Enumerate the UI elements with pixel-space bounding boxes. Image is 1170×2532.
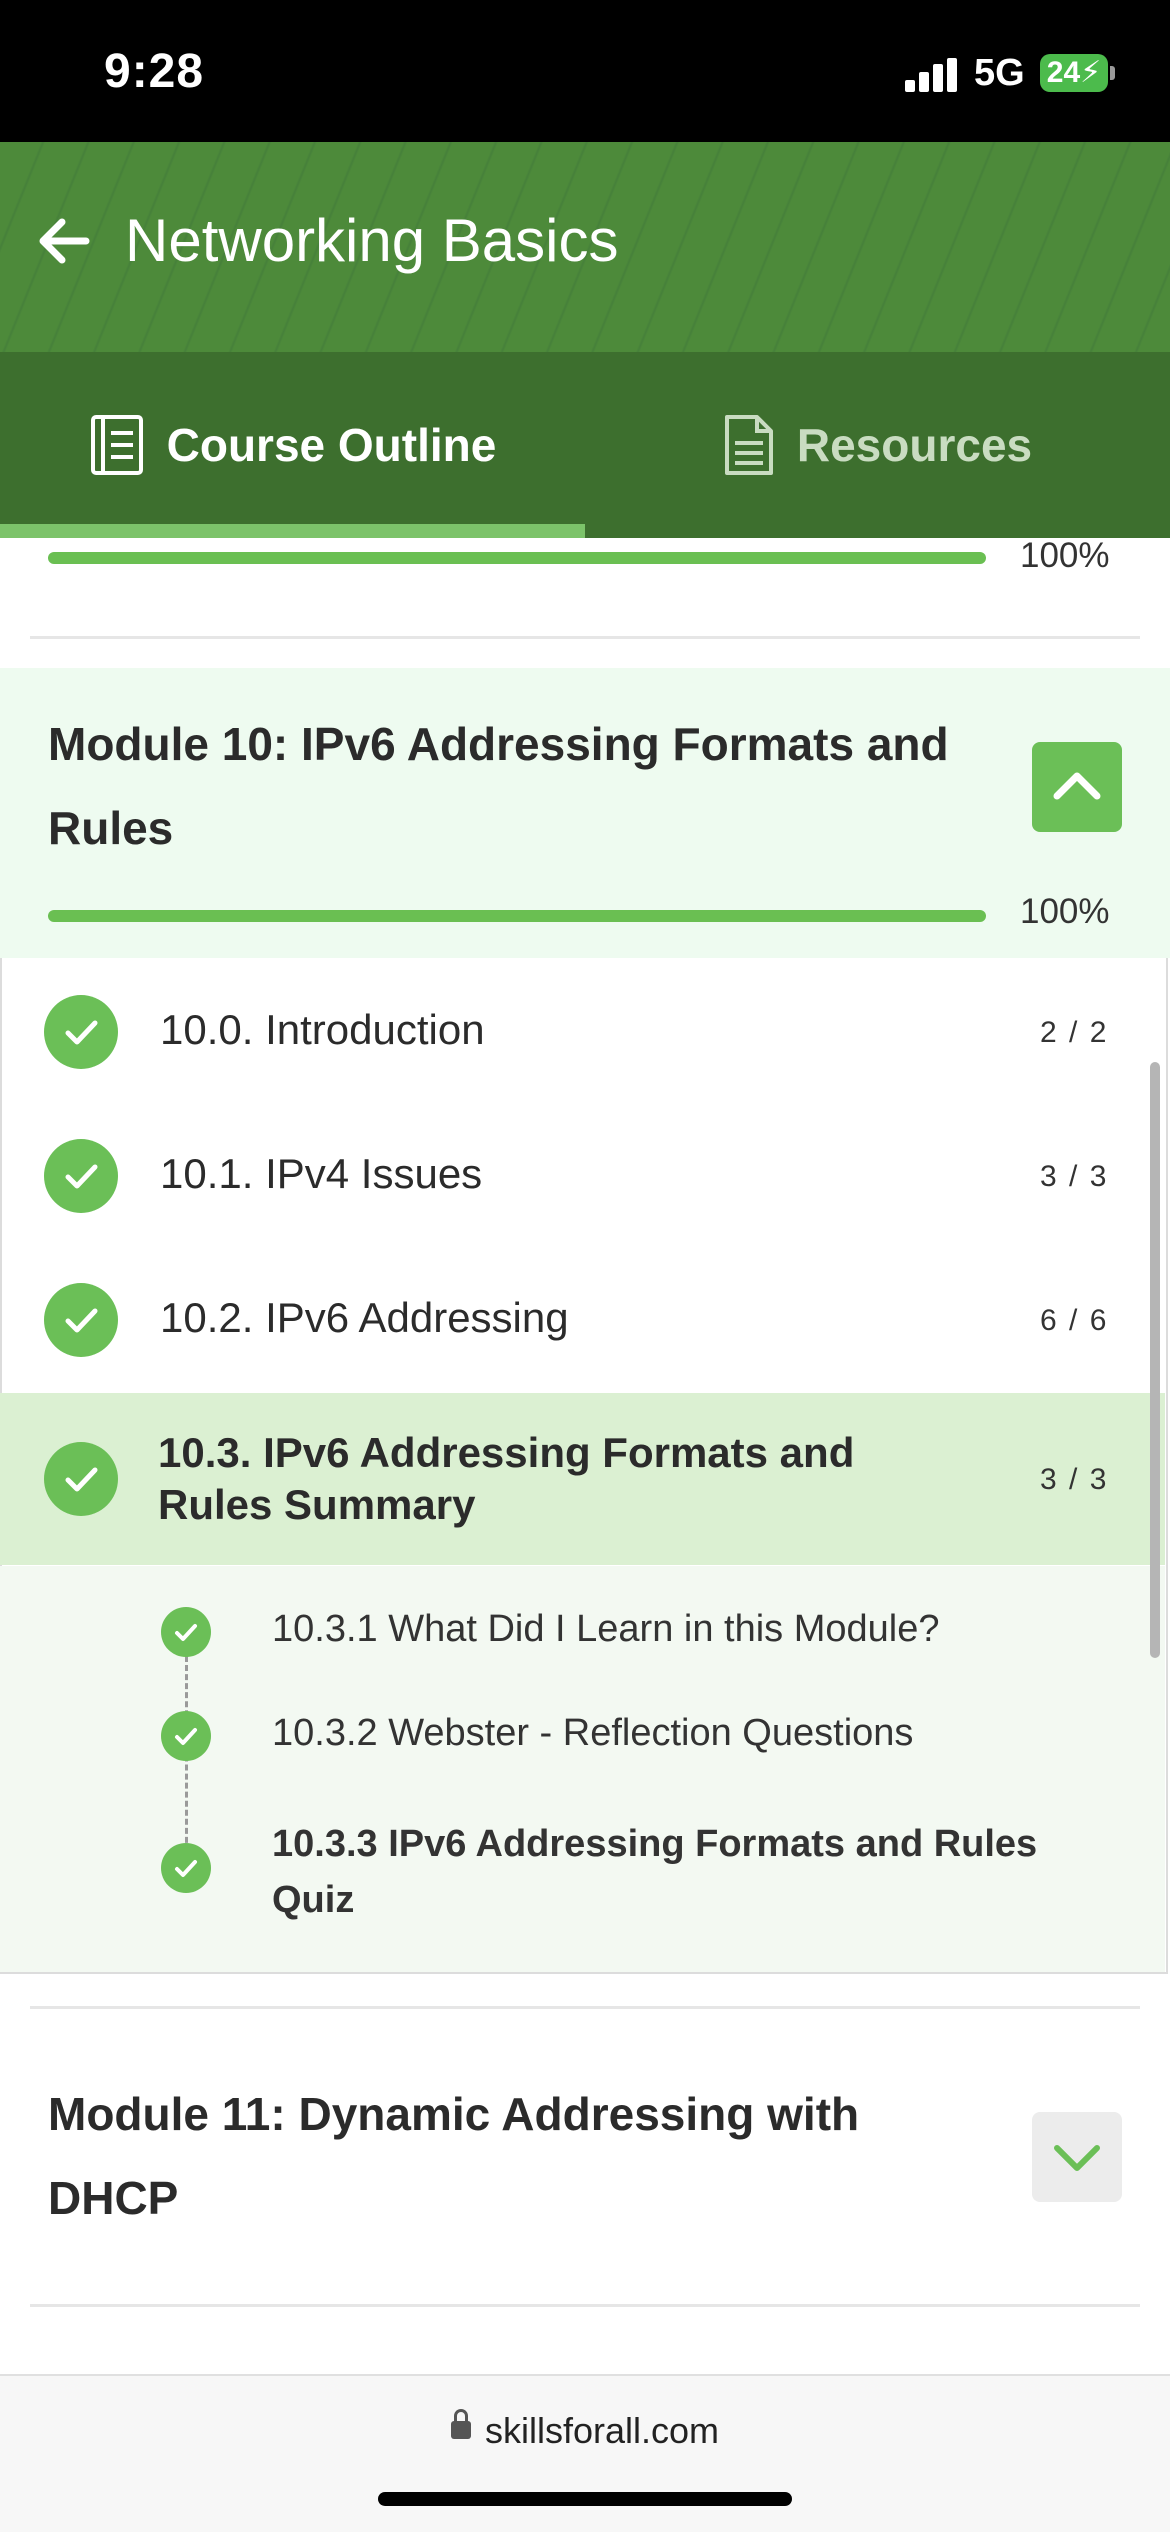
module-11-title-line2: DHCP (48, 2172, 179, 2224)
browser-bottom-bar (0, 2374, 1170, 2532)
check-icon (44, 1442, 118, 1516)
sub-item-title[interactable]: 10.3.2 Webster - Reflection Questions (272, 1712, 913, 1755)
tab-course-outline-label: Course Outline (166, 419, 497, 471)
module-10-progress-text: 100% (1020, 892, 1110, 931)
lesson-count: 3 / 3 (1040, 1160, 1109, 1193)
lesson-count: 3 / 3 (1040, 1463, 1109, 1496)
check-icon (44, 995, 118, 1069)
tab-resources-label: Resources (796, 419, 1033, 471)
page-title: Networking Basics (125, 207, 619, 274)
sub-item-title-line2: Quiz (272, 1879, 355, 1921)
progress-connector (185, 1656, 188, 1870)
prev-module-progress-bar (48, 552, 986, 564)
check-icon (44, 1139, 118, 1213)
lesson-row[interactable]: 10.1. IPv4 Issues 3 / 3 (0, 1104, 1165, 1248)
network-type: 5G (974, 52, 1025, 94)
address-bar[interactable]: skillsforall.com (0, 2409, 1170, 2452)
tab-course-outline[interactable]: Course Outline (0, 352, 585, 538)
check-icon (161, 1843, 211, 1893)
signal-icon (905, 58, 957, 92)
lesson-title: 10.2. IPv6 Addressing (160, 1294, 569, 1341)
lock-icon (450, 2409, 471, 2440)
lesson-row-active[interactable]: 10.3. IPv6 Addressing Formats and Rules … (0, 1393, 1165, 1565)
chevron-down-icon (1054, 2145, 1100, 2171)
lesson-title-line1: 10.3. IPv6 Addressing Formats and (158, 1429, 855, 1476)
check-icon (44, 1283, 118, 1357)
document-icon (724, 415, 773, 475)
expand-module-11-button[interactable] (1032, 2112, 1122, 2202)
module-divider (30, 636, 1140, 639)
module-11-title-line1: Module 11: Dynamic Addressing with (48, 2088, 860, 2140)
lesson-title-line2: Rules Summary (158, 1481, 476, 1528)
battery-nub (1110, 66, 1115, 80)
sub-item-title-current[interactable]: 10.3.3 IPv6 Addressing Formats and Rules… (272, 1816, 1037, 1928)
module-11-title[interactable]: Module 11: Dynamic Addressing with DHCP (48, 2072, 988, 2240)
lesson-count: 6 / 6 (1040, 1304, 1109, 1337)
check-icon (161, 1607, 211, 1657)
lesson-row[interactable]: 10.0. Introduction 2 / 2 (0, 960, 1165, 1104)
collapse-module-10-button[interactable] (1032, 742, 1122, 832)
module-10-title-line2: Rules (48, 802, 174, 854)
module-10-title: Module 10: IPv6 Addressing Formats and R… (48, 702, 988, 870)
module-10-title-line1: Module 10: IPv6 Addressing Formats and (48, 718, 949, 770)
scrollbar[interactable] (1150, 1062, 1160, 1658)
battery-level: 24 (1046, 56, 1081, 89)
back-arrow-icon[interactable] (34, 210, 96, 272)
lesson-row[interactable]: 10.2. IPv6 Addressing 6 / 6 (0, 1248, 1165, 1392)
chevron-up-icon (1053, 772, 1101, 800)
status-time: 9:28 (104, 45, 205, 98)
sub-item-title[interactable]: 10.3.1 What Did I Learn in this Module? (272, 1608, 940, 1651)
url-text: skillsforall.com (484, 2410, 720, 2451)
module-divider (30, 2304, 1140, 2307)
status-bar: 9:28 5G 24⚡ (0, 0, 1170, 142)
active-tab-indicator (0, 524, 585, 538)
check-icon (161, 1711, 211, 1761)
lesson-title: 10.1. IPv4 Issues (160, 1150, 483, 1197)
book-icon (90, 415, 143, 475)
lesson-title: 10.0. Introduction (160, 1006, 485, 1053)
battery-icon: 24⚡ (1040, 54, 1108, 92)
sub-item-title-line1: 10.3.3 IPv6 Addressing Formats and Rules (272, 1823, 1038, 1865)
prev-module-progress-text: 100% (1020, 536, 1110, 575)
tab-resources[interactable]: Resources (585, 352, 1170, 538)
module-divider (30, 2006, 1140, 2009)
lesson-title: 10.3. IPv6 Addressing Formats and Rules … (158, 1427, 854, 1531)
lesson-count: 2 / 2 (1040, 1016, 1109, 1049)
module-10-progress-bar (48, 910, 986, 922)
home-indicator[interactable] (378, 2492, 792, 2506)
